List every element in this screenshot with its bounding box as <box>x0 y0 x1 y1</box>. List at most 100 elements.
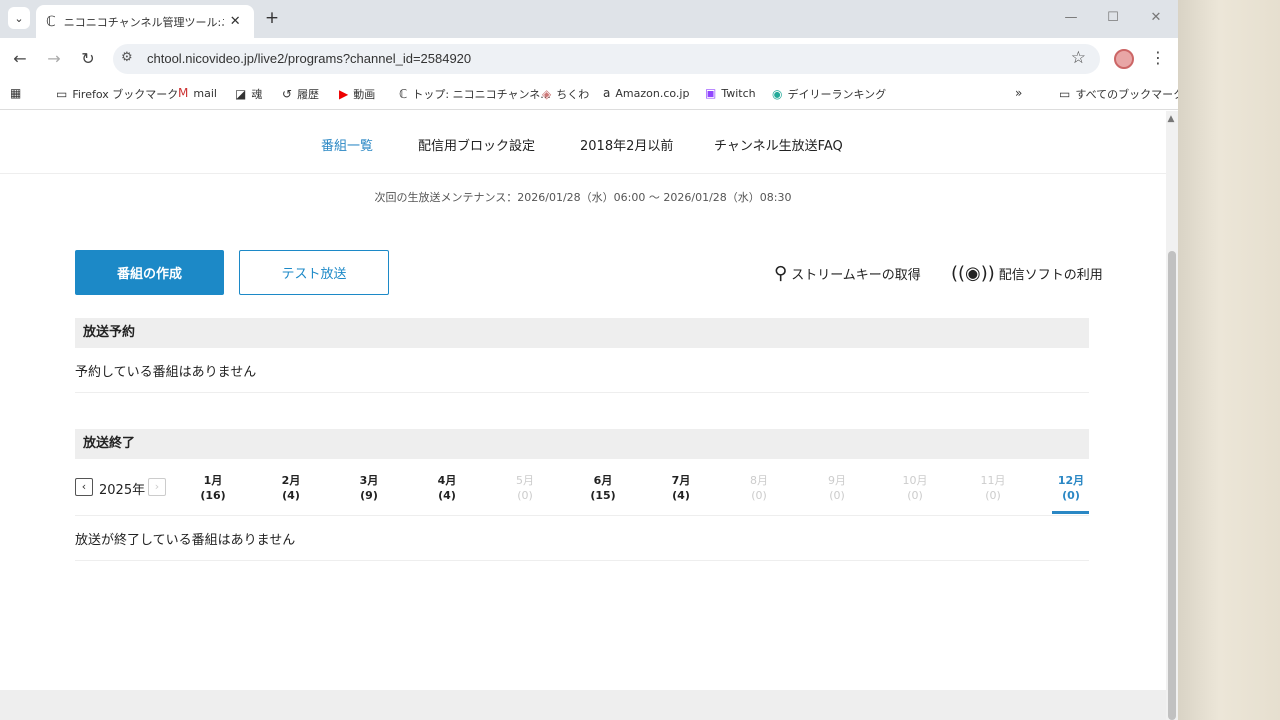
bookmark-tamashii[interactable]: ◪ 魂 <box>235 86 262 102</box>
bookmark-chikuwa[interactable]: ◈ ちくわ <box>542 86 589 102</box>
month-tab[interactable]: 3月 (9) <box>339 473 399 503</box>
site-info-icon[interactable]: ⚙ <box>121 50 133 65</box>
page-content: 番組一覧 配信用ブロック設定 2018年2月以前 チャンネル生放送FAQ 次回の… <box>0 111 1166 720</box>
scroll-thumb[interactable] <box>1168 251 1176 720</box>
reserved-empty-message: 予約している番組はありません <box>75 361 1089 393</box>
nav-faq[interactable]: チャンネル生放送FAQ <box>714 135 843 154</box>
next-year-icon[interactable]: › <box>148 478 166 496</box>
url-text: chtool.nicovideo.jp/live2/programs?chann… <box>147 51 472 66</box>
nico-icon: ℂ <box>46 13 56 30</box>
page-scrollbar[interactable]: ▲ <box>1166 111 1178 720</box>
nav-block-settings[interactable]: 配信用ブロック設定 <box>418 135 535 154</box>
month-count: (4) <box>672 489 690 502</box>
month-label: 9月 <box>828 474 846 487</box>
month-count: (16) <box>200 489 226 502</box>
month-label: 2月 <box>281 474 301 487</box>
reload-icon[interactable]: ↻ <box>78 49 98 69</box>
active-tab[interactable]: ℂ ニコニコチャンネル管理ツール:ニコニコ ✕ <box>36 5 254 38</box>
menu-kebab-icon[interactable]: ⋮ <box>1150 48 1166 67</box>
bookmark-history[interactable]: ↺ 履歴 <box>282 86 319 102</box>
month-count: (0) <box>1062 489 1080 502</box>
month-tab: 9月 (0) <box>807 473 867 503</box>
apps-icon[interactable]: ▦ <box>10 86 26 100</box>
star-icon[interactable]: ☆ <box>1071 48 1086 68</box>
month-label: 7月 <box>671 474 691 487</box>
month-tab: 11月 (0) <box>963 473 1023 503</box>
all-bookmarks[interactable]: ▭ すべてのブックマーク <box>1059 86 1178 102</box>
bookmark-firefox[interactable]: ▭ Firefox ブックマーク <box>56 86 178 102</box>
forward-icon[interactable]: → <box>44 49 64 69</box>
tab-strip: ⌄ ℂ ニコニコチャンネル管理ツール:ニコニコ ✕ + — ☐ ✕ <box>0 0 1178 38</box>
month-count: (4) <box>282 489 300 502</box>
back-icon[interactable]: ← <box>10 49 30 69</box>
new-tab-button[interactable]: + <box>262 8 282 28</box>
bookmark-icon: ◪ <box>235 87 247 101</box>
month-tab[interactable]: 2月 (4) <box>261 473 321 503</box>
bookmarks-bar: ▦ ▭ Firefox ブックマーク Mmail ◪ 魂 ↺ 履歴 ▶ 動画 ℂ トップ:… <box>0 80 1178 110</box>
bookmark-twitch[interactable]: ▣ Twitch <box>705 86 756 100</box>
desktop-background <box>1178 0 1280 720</box>
month-tab: 5月 (0) <box>495 473 555 503</box>
bookmark-nico-top[interactable]: ℂ トップ: ニコニコチャンネ... <box>399 86 551 102</box>
month-tab[interactable]: 12月 (0) <box>1041 473 1101 503</box>
month-count: (4) <box>438 489 456 502</box>
folder-icon: ▭ <box>56 87 68 101</box>
month-tab: 8月 (0) <box>729 473 789 503</box>
stream-key-link[interactable]: ⚲ ストリームキーの取得 <box>774 263 921 284</box>
month-label: 12月 <box>1057 474 1085 487</box>
bookmark-ranking[interactable]: ◉ デイリーランキング <box>772 86 886 102</box>
month-label: 8月 <box>750 474 768 487</box>
month-count: (15) <box>590 489 616 502</box>
profile-avatar[interactable] <box>1114 49 1134 69</box>
month-count: (9) <box>360 489 378 502</box>
address-bar[interactable]: ⚙ chtool.nicovideo.jp/live2/programs?cha… <box>113 44 1100 74</box>
month-tab[interactable]: 4月 (4) <box>417 473 477 503</box>
search-icon: ⚲ <box>774 263 788 284</box>
prev-year-icon[interactable]: ‹ <box>75 478 93 496</box>
footer <box>0 690 1166 720</box>
chikuwa-icon: ◈ <box>542 87 552 101</box>
create-program-button[interactable]: 番組の作成 <box>75 250 224 295</box>
month-count: (0) <box>907 489 923 502</box>
month-label: 5月 <box>516 474 534 487</box>
test-broadcast-button[interactable]: テスト放送 <box>239 250 389 295</box>
ranking-icon: ◉ <box>772 87 783 101</box>
close-window-button[interactable]: ✕ <box>1148 10 1164 26</box>
broadcast-icon: ((◉)) <box>951 263 995 284</box>
nav-before-2018[interactable]: 2018年2月以前 <box>580 135 673 154</box>
month-label: 1月 <box>203 474 223 487</box>
folder-icon: ▭ <box>1059 87 1071 101</box>
twitch-icon: ▣ <box>705 86 717 100</box>
nav-program-list[interactable]: 番組一覧 <box>321 135 373 154</box>
more-bookmarks-icon[interactable]: » <box>1015 86 1027 100</box>
tab-search-button[interactable]: ⌄ <box>8 7 30 29</box>
tab-close-icon[interactable]: ✕ <box>230 14 241 29</box>
month-label: 10月 <box>902 474 928 487</box>
amazon-icon: a <box>603 86 611 100</box>
software-link[interactable]: ((◉)) 配信ソフトの利用 <box>951 263 1103 284</box>
nico-icon: ℂ <box>399 87 408 101</box>
month-label: 3月 <box>359 474 379 487</box>
bookmark-mail[interactable]: Mmail <box>178 86 217 100</box>
month-tab[interactable]: 6月 (15) <box>573 473 633 503</box>
gmail-icon: M <box>178 86 189 100</box>
browser-toolbar: ← → ↻ ⚙ chtool.nicovideo.jp/live2/progra… <box>0 38 1178 80</box>
month-count: (0) <box>829 489 845 502</box>
month-label: 11月 <box>980 474 1006 487</box>
month-tab[interactable]: 7月 (4) <box>651 473 711 503</box>
month-count: (0) <box>751 489 767 502</box>
minimize-button[interactable]: — <box>1063 10 1079 26</box>
month-tab[interactable]: 1月 (16) <box>183 473 243 503</box>
browser-window: ⌄ ℂ ニコニコチャンネル管理ツール:ニコニコ ✕ + — ☐ ✕ ← → ↻ … <box>0 0 1178 720</box>
month-count: (0) <box>985 489 1001 502</box>
tab-title: ニコニコチャンネル管理ツール:ニコニコ <box>63 15 224 29</box>
maximize-button[interactable]: ☐ <box>1105 10 1121 26</box>
bookmark-amazon[interactable]: a Amazon.co.jp <box>603 86 689 100</box>
scroll-up-icon[interactable]: ▲ <box>1166 114 1176 124</box>
ended-empty-message: 放送が終了している番組はありません <box>75 529 1089 561</box>
bookmark-douga[interactable]: ▶ 動画 <box>339 86 375 102</box>
youtube-icon: ▶ <box>339 87 349 101</box>
reserved-heading: 放送予約 <box>75 318 1089 348</box>
month-count: (0) <box>517 489 533 502</box>
month-tab: 10月 (0) <box>885 473 945 503</box>
